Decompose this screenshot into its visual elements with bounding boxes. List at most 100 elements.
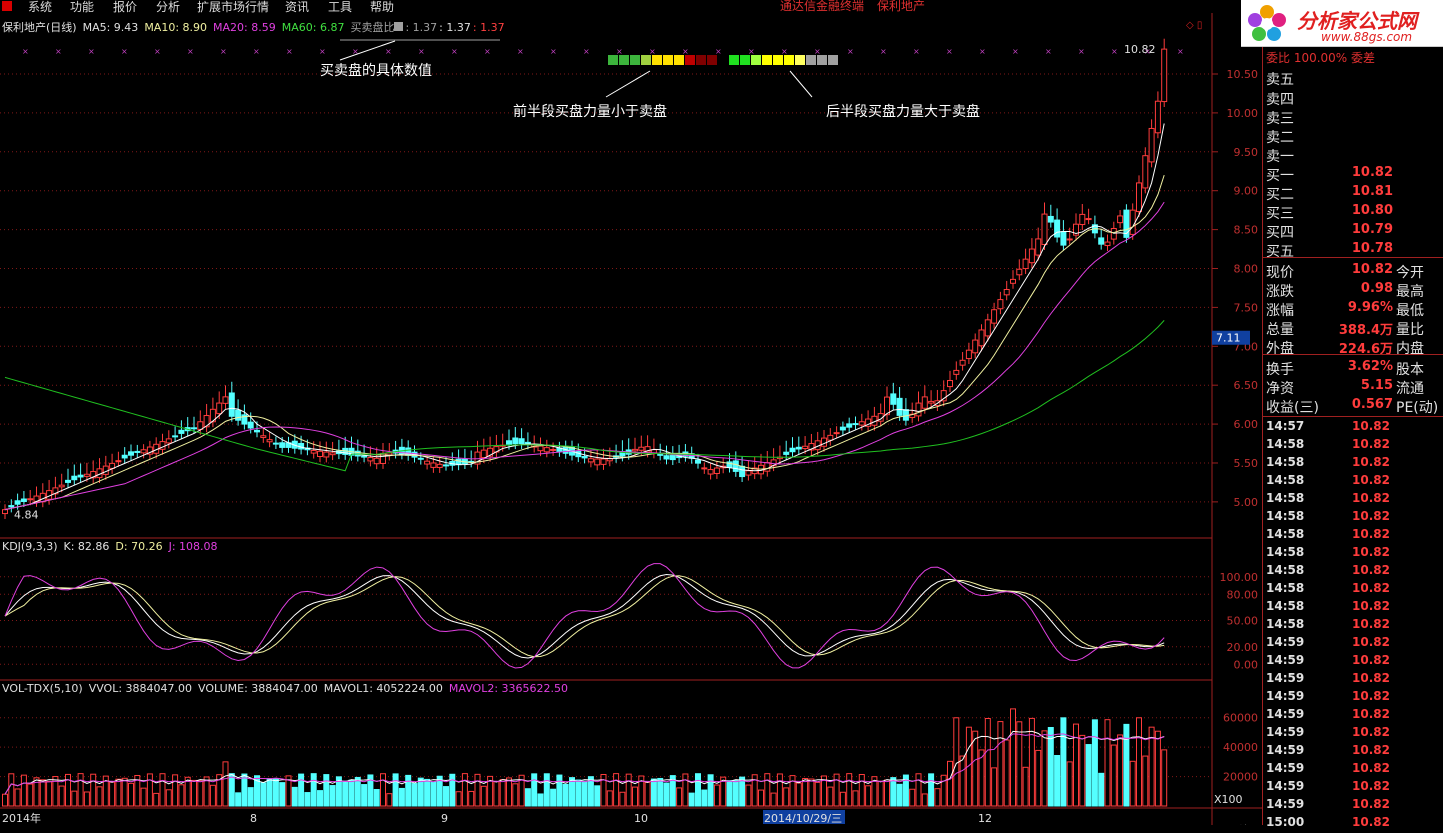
volume-bar: [96, 786, 103, 807]
candle-body: [978, 329, 985, 347]
tick-time: 14:58: [1266, 617, 1305, 631]
vol-axis-label: 20000: [1223, 771, 1258, 784]
candle-body: [1161, 48, 1168, 103]
ratio-value-2: : 1.37: [439, 21, 471, 34]
volume-bar: [644, 781, 651, 807]
tick-price: 10.82: [1352, 455, 1390, 469]
volume-bar: [695, 773, 701, 807]
volume-bar: [1161, 749, 1168, 807]
candle-body: [178, 429, 185, 434]
tick-price: 10.82: [1352, 581, 1390, 595]
tick-price: 10.82: [1352, 617, 1390, 631]
volume-bar: [934, 788, 941, 807]
candle-body: [279, 442, 286, 448]
candle-body: [657, 453, 664, 456]
tick-time: 14:58: [1266, 545, 1305, 559]
chart-area[interactable]: 10.50 10.00 9.50 9.00 8.50 8.00 7.50 7.00 6.50 6.…: [0, 13, 1262, 833]
candle-body: [140, 449, 147, 454]
candle-body: [216, 402, 223, 415]
tick-price: 10.82: [1352, 473, 1390, 487]
volume-bar: [178, 784, 185, 807]
marker-x: ×: [385, 47, 392, 56]
stat-row-0-label: 现价: [1266, 265, 1294, 281]
vol-legend: VOL-TDX(5,10) VVOL: 3884047.00 VOLUME: 388…: [2, 682, 574, 695]
stat-row-2-label: 涨幅: [1266, 303, 1294, 319]
volume-bar: [279, 782, 286, 807]
marker-x: ×: [517, 47, 524, 56]
tick-time: 14:58: [1266, 509, 1305, 523]
volume-bar: [858, 774, 865, 807]
candle-body: [14, 500, 21, 505]
volume-bar: [852, 790, 859, 807]
x-label-dec: 12: [978, 812, 992, 825]
volume-bar: [613, 773, 620, 807]
tick-price: 10.82: [1352, 689, 1390, 703]
candle-body: [1016, 268, 1023, 276]
buy-sell-strip-cell: [674, 55, 684, 65]
x-label-sep: 9: [441, 812, 448, 825]
volume-bar: [915, 773, 922, 807]
buy-sell-strip-cell: [806, 55, 816, 65]
volume-bar: [1035, 749, 1042, 807]
candle-body: [172, 435, 179, 438]
kdj-name: KDJ(9,3,3): [2, 540, 58, 553]
candle-body: [1047, 215, 1054, 223]
tick-row: 14:59 10.82: [1262, 689, 1443, 707]
stat-row-3-value: 388.4万: [1338, 323, 1393, 338]
candle-body: [745, 470, 752, 476]
candle-body: [890, 393, 897, 405]
ratio-label: 买卖盘比: [350, 21, 395, 34]
volume-bar: [909, 788, 916, 807]
sell-row-4-label: 卖四: [1266, 92, 1294, 108]
candle-body: [235, 409, 242, 421]
volume-bar: [291, 786, 298, 807]
stat2-row-1: 净资 5.15 流通: [1262, 378, 1443, 397]
marker-x: ×: [88, 47, 95, 56]
marker-x: ×: [121, 47, 128, 56]
marker-x: ×: [55, 47, 62, 56]
candle-body: [128, 451, 134, 456]
window-buttons[interactable]: ◇ ▯: [1186, 20, 1202, 31]
kline-chart-svg[interactable]: 10.5010.009.509.008.508.007.507.006.506.…: [0, 13, 1262, 833]
sell-row-3-label: 卖三: [1266, 111, 1294, 127]
volume-bar: [619, 791, 626, 807]
app-logo-icon: [2, 1, 12, 11]
volume-bar: [310, 773, 317, 807]
candle-body: [638, 446, 645, 451]
candle-body: [518, 438, 525, 445]
volume-bar: [814, 781, 821, 807]
candle-body: [71, 475, 78, 481]
marker-x: ×: [946, 47, 953, 56]
candle-body: [367, 457, 374, 462]
vol-axis-label: 60000: [1223, 712, 1258, 725]
candle-body: [424, 460, 431, 465]
candle-body: [191, 427, 197, 430]
candle-body: [1035, 238, 1042, 256]
stat2-row-0: 换手 3.62% 股本: [1262, 359, 1443, 378]
candle-body: [537, 445, 544, 452]
candle-body: [417, 457, 424, 460]
tick-price: 10.82: [1352, 437, 1390, 451]
volume-bar: [83, 791, 90, 807]
vol-volume: VOLUME: 3884047.00: [198, 682, 318, 695]
volume-bar: [474, 773, 481, 807]
volume-bar: [732, 780, 739, 807]
volume-bar: [884, 779, 890, 807]
marker-x: ×: [220, 47, 227, 56]
marker-x: ×: [682, 47, 689, 56]
price-axis-label: 6.00: [1234, 418, 1259, 431]
marker-x: ×: [154, 47, 161, 56]
candle-body: [317, 450, 323, 458]
volume-bar: [159, 773, 166, 807]
marker-x: ×: [583, 47, 590, 56]
buy-row-4-label: 买四: [1266, 225, 1294, 241]
volume-bar: [417, 777, 424, 807]
panel-border: [1262, 13, 1263, 825]
candle-body: [1054, 219, 1061, 238]
marker-x: ×: [418, 47, 425, 56]
volume-bar: [121, 777, 128, 807]
candle-body: [260, 435, 267, 438]
panel-divider: [1262, 416, 1443, 417]
buy-row-1-label: 买一: [1266, 168, 1294, 184]
tick-price: 10.82: [1352, 563, 1390, 577]
